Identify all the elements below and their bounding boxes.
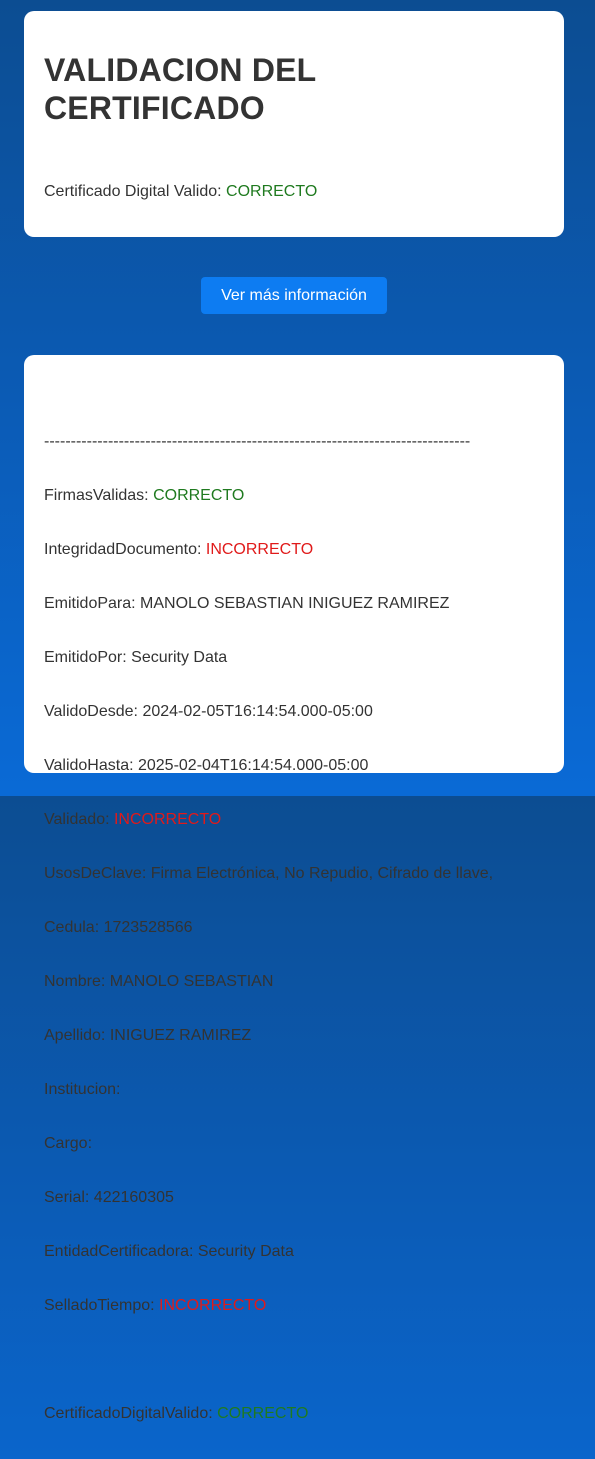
detail-value: INCORRECTO	[205, 541, 314, 558]
detail-label: SelladoTiempo:	[44, 1297, 160, 1314]
detail-label: ValidoDesde:	[44, 703, 143, 720]
final-status-label: CertificadoDigitalValido:	[44, 1405, 218, 1422]
final-certificate-status: CertificadoDigitalValido: CORRECTO	[44, 1405, 544, 1423]
detail-value: 2025-02-04T16:14:54.000-05:00	[137, 757, 369, 774]
detail-label: Validado:	[44, 811, 114, 828]
detail-value: INCORRECTO	[113, 811, 222, 828]
detail-row: Institucion:	[44, 1081, 544, 1099]
detail-value: MANOLO SEBASTIAN	[109, 973, 274, 990]
detail-label: EmitidoPor:	[44, 649, 132, 666]
certificate-valid-status: Certificado Digital Valido: CORRECTO	[44, 183, 544, 201]
detail-value: INIGUEZ RAMIREZ	[109, 1027, 252, 1044]
detail-row: Cargo:	[44, 1135, 544, 1153]
detail-label: UsosDeClave:	[44, 865, 151, 882]
detail-value: 422160305	[93, 1189, 174, 1206]
detail-row: UsosDeClave: Firma Electrónica, No Repud…	[44, 865, 544, 883]
detail-value: 1723528566	[103, 919, 193, 936]
detail-row: Validado: INCORRECTO	[44, 811, 544, 829]
detail-label: Cargo:	[44, 1135, 97, 1152]
detail-row: ValidoDesde: 2024-02-05T16:14:54.000-05:…	[44, 703, 544, 721]
detail-label: EmitidoPara:	[44, 595, 141, 612]
detail-label: Cedula:	[44, 919, 104, 936]
detail-value: CORRECTO	[153, 487, 245, 504]
detail-row: EmitidoPor: Security Data	[44, 649, 544, 667]
detail-value: Security Data	[197, 1243, 294, 1260]
certificate-valid-label: Certificado Digital Valido:	[44, 183, 227, 200]
detail-row: Nombre: MANOLO SEBASTIAN	[44, 973, 544, 991]
details-separator: ----------------------------------------…	[44, 433, 471, 450]
detail-label: FirmasValidas:	[44, 487, 154, 504]
detail-row: Apellido: INIGUEZ RAMIREZ	[44, 1027, 544, 1045]
page-title: VALIDACION DEL CERTIFICADO	[44, 52, 316, 126]
detail-row: FirmasValidas: CORRECTO	[44, 487, 544, 505]
detail-row: SelladoTiempo: INCORRECTO	[44, 1297, 544, 1315]
detail-value: Firma Electrónica, No Repudio, Cifrado d…	[150, 865, 494, 882]
detail-row: Serial: 422160305	[44, 1189, 544, 1207]
detail-value: MANOLO SEBASTIAN INIGUEZ RAMIREZ	[140, 595, 450, 612]
details-list: ----------------------------------------…	[44, 397, 544, 1459]
detail-row: EntidadCertificadora: Security Data	[44, 1243, 544, 1261]
detail-label: Institucion:	[44, 1081, 125, 1098]
detail-label: IntegridadDocumento:	[44, 541, 206, 558]
detail-value: 2024-02-05T16:14:54.000-05:00	[142, 703, 373, 720]
detail-label: EntidadCertificadora:	[44, 1243, 198, 1260]
final-status-value: CORRECTO	[217, 1405, 309, 1422]
detail-label: Apellido:	[44, 1027, 110, 1044]
detail-value: Security Data	[131, 649, 228, 666]
detail-row: IntegridadDocumento: INCORRECTO	[44, 541, 544, 559]
detail-label: ValidoHasta:	[44, 757, 138, 774]
detail-label: Serial:	[44, 1189, 94, 1206]
detail-row: EmitidoPara: MANOLO SEBASTIAN INIGUEZ RA…	[44, 595, 544, 613]
detail-row: Cedula: 1723528566	[44, 919, 544, 937]
validation-header-card: VALIDACION DEL CERTIFICADO Certificado D…	[24, 11, 564, 237]
detail-label: Nombre:	[44, 973, 110, 990]
detail-row: ValidoHasta: 2025-02-04T16:14:54.000-05:…	[44, 757, 544, 775]
detail-value: INCORRECTO	[159, 1297, 267, 1314]
more-info-button[interactable]: Ver más información	[201, 277, 387, 314]
certificate-valid-value: CORRECTO	[226, 183, 318, 200]
certificate-details-card: ----------------------------------------…	[24, 355, 564, 1422]
